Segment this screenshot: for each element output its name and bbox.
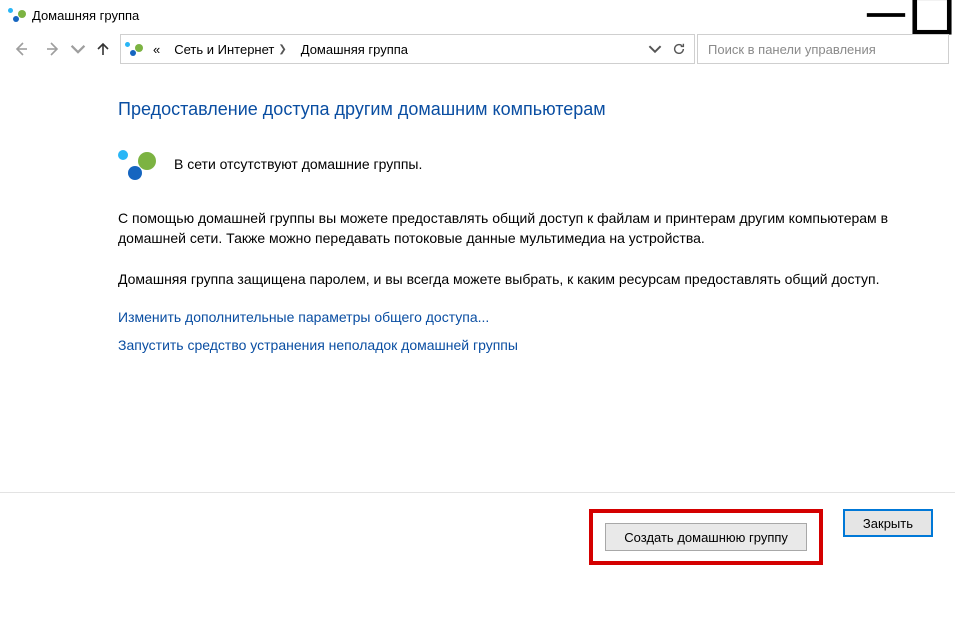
close-button[interactable]: Закрыть <box>843 509 933 537</box>
search-input[interactable] <box>706 41 940 58</box>
annotation-highlight: Создать домашнюю группу <box>589 509 823 565</box>
chevron-right-icon: ❯ <box>278 44 286 55</box>
arrow-up-icon <box>95 41 111 57</box>
maximize-icon <box>909 0 955 38</box>
up-button[interactable] <box>88 34 118 64</box>
advanced-sharing-link[interactable]: Изменить дополнительные параметры общего… <box>118 309 935 325</box>
breadcrumb-label: Сеть и Интернет <box>174 42 274 57</box>
arrow-right-icon <box>45 41 61 57</box>
recent-locations-button[interactable] <box>70 34 86 64</box>
minimize-button[interactable] <box>863 0 909 30</box>
description-paragraph-1: С помощью домашней группы вы можете пред… <box>118 208 935 249</box>
address-bar[interactable]: « Сеть и Интернет ❯ Домашняя группа <box>120 34 695 64</box>
search-box[interactable] <box>697 34 949 64</box>
refresh-icon[interactable] <box>672 42 686 56</box>
nav-row: « Сеть и Интернет ❯ Домашняя группа <box>0 30 955 71</box>
homegroup-icon <box>8 8 26 22</box>
chevron-down-icon[interactable] <box>648 42 662 56</box>
back-button[interactable] <box>6 34 36 64</box>
breadcrumb-network[interactable]: Сеть и Интернет ❯ <box>170 35 291 63</box>
create-homegroup-button[interactable]: Создать домашнюю группу <box>605 523 807 551</box>
maximize-button[interactable] <box>909 0 955 30</box>
titlebar: Домашняя группа <box>0 0 955 30</box>
status-row: В сети отсутствуют домашние группы. <box>118 148 935 180</box>
content-area: Предоставление доступа другим домашним к… <box>0 71 955 353</box>
forward-button[interactable] <box>38 34 68 64</box>
troubleshoot-link[interactable]: Запустить средство устранения неполадок … <box>118 337 935 353</box>
homegroup-icon <box>118 148 156 180</box>
description-paragraph-2: Домашняя группа защищена паролем, и вы в… <box>118 269 935 289</box>
homegroup-icon <box>125 42 143 56</box>
breadcrumb-label: Домашняя группа <box>301 42 408 57</box>
chevron-down-icon <box>70 41 86 57</box>
status-text: В сети отсутствуют домашние группы. <box>174 156 422 172</box>
arrow-left-icon <box>13 41 29 57</box>
footer: Создать домашнюю группу Закрыть <box>0 492 955 565</box>
breadcrumb-homegroup[interactable]: Домашняя группа <box>297 35 412 63</box>
minimize-icon <box>863 0 909 38</box>
breadcrumb-prefix: « <box>149 35 164 63</box>
window-title: Домашняя группа <box>32 8 139 23</box>
page-heading: Предоставление доступа другим домашним к… <box>118 99 935 120</box>
